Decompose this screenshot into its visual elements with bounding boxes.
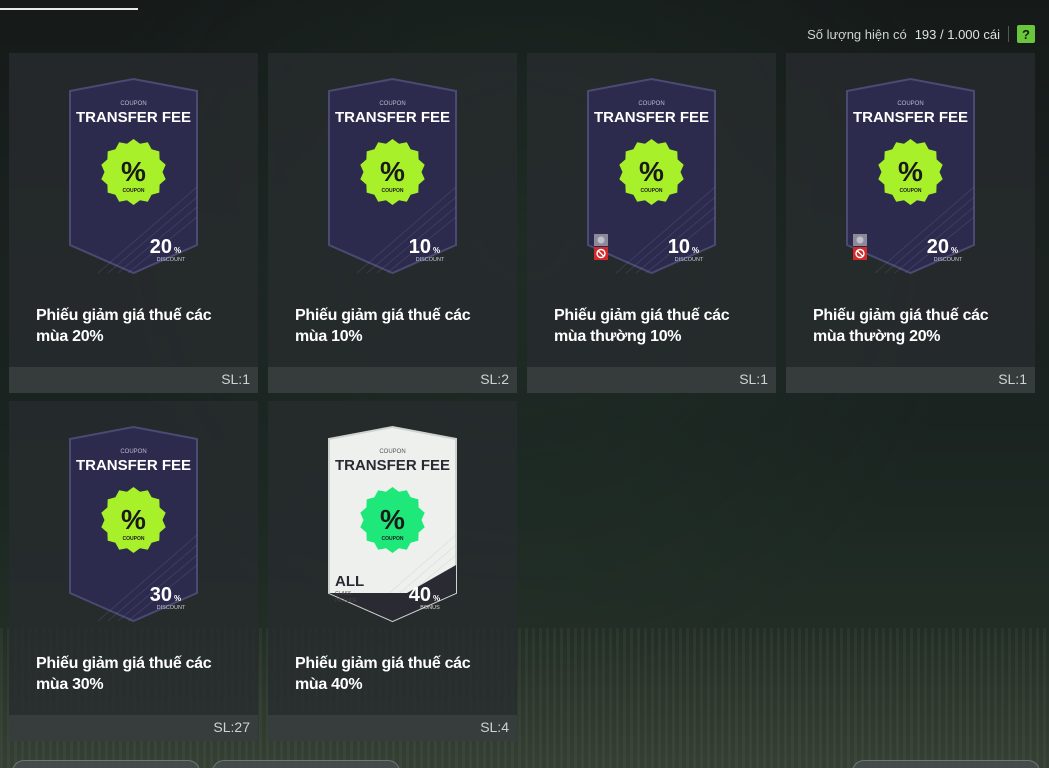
coupon-small-label: COUPON xyxy=(379,449,405,455)
capacity-label: Số lượng hiện có xyxy=(807,26,907,42)
coupon-small-label: COUPON xyxy=(120,449,146,455)
percent-symbol: % xyxy=(121,504,146,535)
discount-value: 20 xyxy=(150,236,172,258)
discount-label: DISCOUNT xyxy=(157,605,186,611)
coupon-footer: SL:1 xyxy=(527,367,776,393)
coupon-title: Phiếu giảm giá thuế các mùa 30% xyxy=(36,655,212,693)
include-label: INCLUDE xyxy=(335,598,358,604)
coupon-quantity: SL:1 xyxy=(739,371,768,387)
lock-icon-dot xyxy=(856,236,864,244)
badge-label: COUPON xyxy=(641,188,663,194)
percent-sign: % xyxy=(174,594,181,603)
coupon-card[interactable]: COUPON TRANSFER FEE% COUPON 10% DISCOUNT Phiế… xyxy=(268,53,517,393)
coupon-small-label: COUPON xyxy=(638,101,664,107)
coupon-card-art: COUPONTRANSFER FEE%COUPON20 %DISCOUNT xyxy=(846,77,975,275)
discount-label: DISCOUNT xyxy=(934,257,963,263)
all-label: ALL xyxy=(335,573,364,590)
percent-symbol: % xyxy=(380,504,405,535)
active-tab-indicator[interactable] xyxy=(0,0,138,10)
coupon-title-label: TRANSFER FEE xyxy=(594,109,709,126)
discount-value: 10 xyxy=(409,236,431,258)
percent-sign: % xyxy=(433,246,440,255)
badge-label: COUPON xyxy=(123,536,145,542)
coupon-title-label: TRANSFER FEE xyxy=(76,109,191,126)
coupon-quantity: SL:4 xyxy=(480,719,509,735)
coupon-title: Phiếu giảm giá thuế các mùa 10% xyxy=(295,307,471,345)
discount-value: 40 xyxy=(409,584,431,606)
discount-label: DISCOUNT xyxy=(416,257,445,263)
divider xyxy=(1008,26,1009,42)
help-button[interactable]: ? xyxy=(1017,25,1035,43)
percent-symbol: % xyxy=(121,156,146,187)
discount-value: 30 xyxy=(150,584,172,606)
class-label: CLASS xyxy=(335,591,352,597)
coupon-card-art: COUPONTRANSFER FEE%COUPON10 %DISCOUNT xyxy=(587,77,716,275)
discount-label: DISCOUNT xyxy=(157,257,186,263)
coupon-title: Phiếu giảm giá thuế các mùa thường 20% xyxy=(813,307,989,345)
badge-label: COUPON xyxy=(382,188,404,194)
coupon-title-label: TRANSFER FEE xyxy=(335,457,450,474)
coupon-footer: SL:4 xyxy=(268,715,517,741)
percent-symbol: % xyxy=(639,156,664,187)
coupon-footer: SL:1 xyxy=(9,367,258,393)
discount-value: 10 xyxy=(668,236,690,258)
badge-label: COUPON xyxy=(900,188,922,194)
coupon-title-label: TRANSFER FEE xyxy=(335,109,450,126)
coupon-title: Phiếu giảm giá thuế các mùa 40% xyxy=(295,655,471,693)
bottom-button-1[interactable] xyxy=(12,760,200,768)
coupon-card-art: COUPONTRANSFER FEE%COUPON30 %DISCOUNT xyxy=(69,425,198,623)
coupon-card-art: COUPONTRANSFER FEE%COUPON10 %DISCOUNT xyxy=(328,77,457,275)
lock-icon-dot xyxy=(597,236,605,244)
coupon-title-label: TRANSFER FEE xyxy=(853,109,968,126)
bottom-button-3[interactable] xyxy=(852,760,1040,768)
inventory-capacity: Số lượng hiện có 193 / 1.000 cái ? xyxy=(807,25,1035,43)
coupon-card[interactable]: COUPON TRANSFER FEE% COUPON 10% DISCOUNT Phiế… xyxy=(527,53,776,393)
coupon-card-art: COUPONTRANSFER FEE%COUPON40 %BONUSALLCLAS… xyxy=(328,425,457,623)
coupon-footer: SL:27 xyxy=(9,715,258,741)
percent-sign: % xyxy=(692,246,699,255)
badge-label: COUPON xyxy=(382,536,404,542)
coupon-small-label: COUPON xyxy=(379,101,405,107)
badge-label: COUPON xyxy=(123,188,145,194)
discount-label: BONUS xyxy=(420,605,440,611)
percent-sign: % xyxy=(951,246,958,255)
capacity-count: 193 / 1.000 cái xyxy=(914,26,1000,42)
bottom-button-2[interactable] xyxy=(212,760,400,768)
coupon-card[interactable]: COUPON TRANSFER FEE% COUPON 20% DISCOUNT Phiế… xyxy=(9,53,258,393)
coupon-quantity: SL:2 xyxy=(480,371,509,387)
percent-sign: % xyxy=(433,594,440,603)
discount-label: DISCOUNT xyxy=(675,257,704,263)
coupon-card[interactable]: COUPON TRANSFER FEE% COUPON 30% DISCOUNT Phiế… xyxy=(9,401,258,741)
coupon-small-label: COUPON xyxy=(120,101,146,107)
coupon-title-label: TRANSFER FEE xyxy=(76,457,191,474)
coupon-card[interactable]: COUPON TRANSFER FEE% COUPON 20% DISCOUNT Phiế… xyxy=(786,53,1035,393)
coupon-card-art: COUPONTRANSFER FEE%COUPON20 %DISCOUNT xyxy=(69,77,198,275)
coupon-title: Phiếu giảm giá thuế các mùa 20% xyxy=(36,307,212,345)
coupon-small-label: COUPON xyxy=(897,101,923,107)
percent-symbol: % xyxy=(898,156,923,187)
percent-symbol: % xyxy=(380,156,405,187)
coupon-card[interactable]: COUPON TRANSFER FEE% COUPON 40% BONUS ALL CLAS… xyxy=(268,401,517,741)
coupon-quantity: SL:1 xyxy=(221,371,250,387)
coupon-title: Phiếu giảm giá thuế các mùa thường 10% xyxy=(554,307,730,345)
coupon-footer: SL:1 xyxy=(786,367,1035,393)
coupon-quantity: SL:27 xyxy=(213,719,250,735)
coupon-quantity: SL:1 xyxy=(998,371,1027,387)
coupon-footer: SL:2 xyxy=(268,367,517,393)
percent-sign: % xyxy=(174,246,181,255)
discount-value: 20 xyxy=(927,236,949,258)
